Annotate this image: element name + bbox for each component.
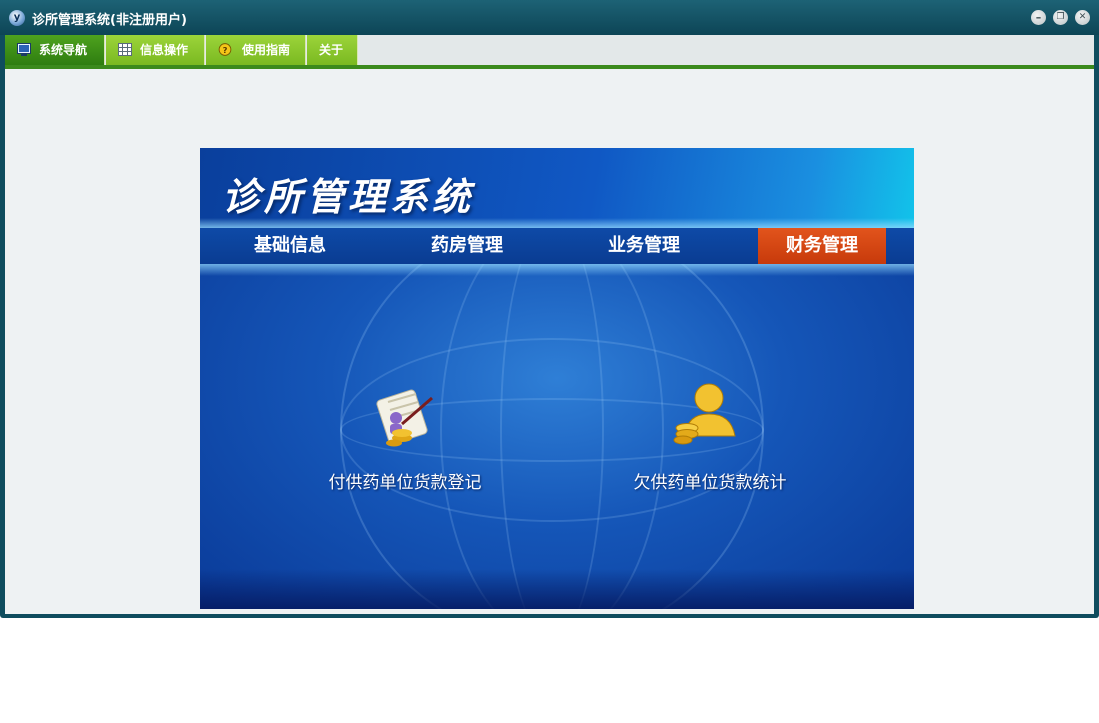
grid-icon	[118, 43, 132, 56]
scroll-coins-icon	[376, 389, 433, 447]
main-content: 诊所管理系统 基础信息 药房管理 业务管理 财务管理 付供药单位货款登记 欠供药…	[5, 69, 1094, 614]
system-title: 诊所管理系统	[222, 174, 475, 219]
module-nav: 基础信息 药房管理 业务管理 财务管理	[200, 228, 914, 264]
function-supplier-debt-statistics[interactable]: 欠供药单位货款统计	[615, 383, 805, 498]
user-coins-icon	[673, 383, 736, 445]
tab-info-operation[interactable]: 信息操作	[106, 35, 205, 65]
restore-button[interactable]: ❐	[1053, 10, 1068, 25]
nav-finance-management[interactable]: 财务管理	[758, 228, 886, 264]
close-button[interactable]: ✕	[1075, 10, 1090, 25]
window-title: 诊所管理系统(非注册用户)	[32, 13, 187, 28]
tab-about[interactable]: 关于	[307, 35, 358, 65]
title-bar[interactable]: y 诊所管理系统(非注册用户) – ❐ ✕	[0, 0, 1099, 35]
header-glow	[200, 218, 914, 228]
navigation-panel: 诊所管理系统 基础信息 药房管理 业务管理 财务管理 付供药单位货款登记 欠供药…	[200, 148, 914, 609]
tab-label: 使用指南	[242, 43, 291, 57]
nav-glow	[200, 264, 914, 276]
nav-business-management[interactable]: 业务管理	[580, 228, 708, 264]
help-icon: ?	[218, 43, 232, 56]
menu-bar: 系统导航 信息操作 ? 使用指南 关于	[5, 35, 1094, 65]
panel-header: 诊所管理系统	[200, 148, 914, 228]
app-logo-icon: y	[9, 10, 25, 26]
function-label: 付供药单位货款登记	[328, 473, 482, 493]
nav-pharmacy-management[interactable]: 药房管理	[403, 228, 531, 264]
minimize-button[interactable]: –	[1031, 10, 1046, 25]
tab-system-navigation[interactable]: 系统导航	[5, 35, 105, 65]
tab-user-guide[interactable]: ? 使用指南	[206, 35, 306, 65]
tab-label: 系统导航	[39, 43, 88, 57]
nav-basic-info[interactable]: 基础信息	[226, 228, 354, 264]
function-supplier-payment-register[interactable]: 付供药单位货款登记	[310, 388, 500, 498]
function-label: 欠供药单位货款统计	[633, 473, 787, 493]
svg-text:?: ?	[223, 45, 228, 55]
app-window: y 诊所管理系统(非注册用户) – ❐ ✕ 系统导航 信息操作 ? 使用指南 关…	[0, 0, 1099, 618]
monitor-icon	[17, 43, 31, 56]
tab-label: 关于	[319, 43, 344, 57]
panel-bottom-shade	[200, 569, 914, 609]
tab-label: 信息操作	[140, 43, 189, 57]
